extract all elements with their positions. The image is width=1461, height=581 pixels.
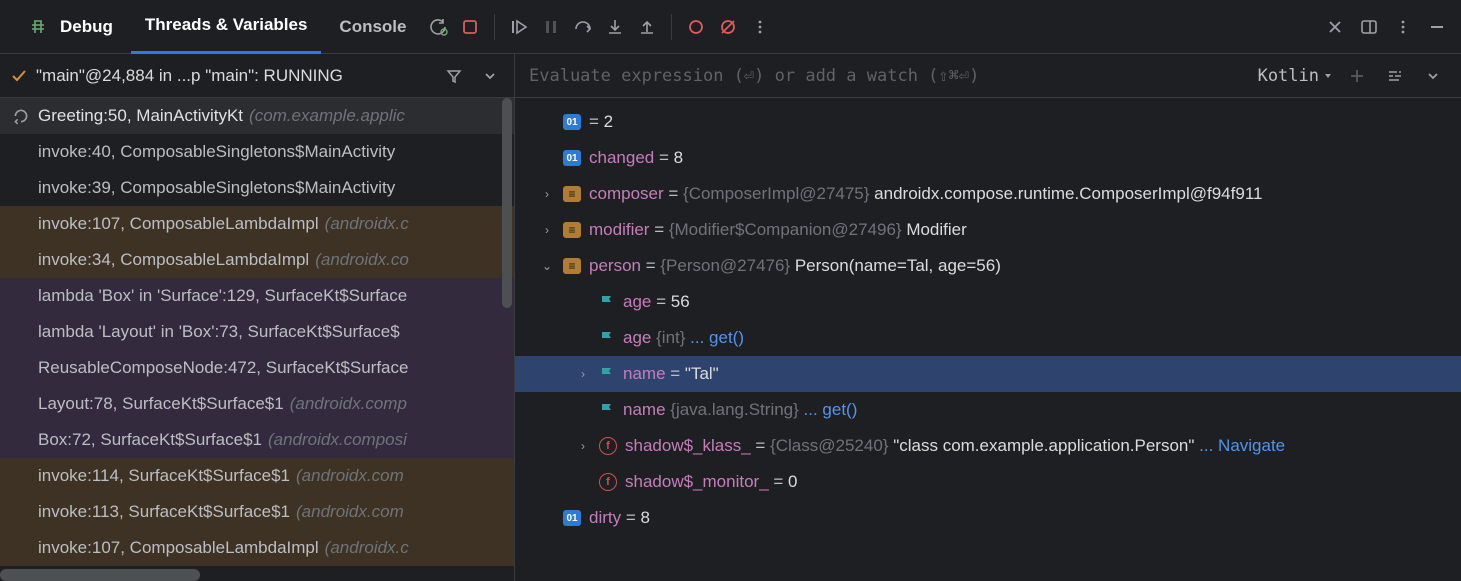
field-icon — [599, 330, 615, 346]
variable-row[interactable]: ›composer = {ComposerImpl@27475} android… — [515, 176, 1461, 212]
variable-row[interactable]: ⌄person = {Person@27476} Person(name=Tal… — [515, 248, 1461, 284]
variable-row[interactable]: ›name = "Tal" — [515, 356, 1461, 392]
class-icon: f — [599, 437, 617, 455]
separator — [671, 14, 672, 40]
variable-row[interactable]: 01dirty = 8 — [515, 500, 1461, 536]
view-breakpoints-icon[interactable] — [682, 13, 710, 41]
int-icon: 01 — [563, 150, 581, 166]
stack-frame[interactable]: lambda 'Layout' in 'Box':73, SurfaceKt$S… — [0, 314, 514, 350]
variable-row[interactable]: 01changed = 8 — [515, 140, 1461, 176]
separator — [494, 14, 495, 40]
more-icon[interactable] — [1389, 13, 1417, 41]
bug-icon — [24, 13, 52, 41]
layout-icon[interactable] — [1355, 13, 1383, 41]
tab-console[interactable]: Console — [325, 0, 420, 54]
object-icon — [563, 258, 581, 274]
add-watch-icon[interactable] — [1343, 62, 1371, 90]
variable-row[interactable]: fshadow$_monitor_ = 0 — [515, 464, 1461, 500]
expand-arrow-icon[interactable]: ⌄ — [539, 259, 555, 273]
filter-icon[interactable] — [440, 62, 468, 90]
field-icon — [599, 366, 615, 382]
resume-icon[interactable] — [505, 13, 533, 41]
more-icon[interactable] — [746, 13, 774, 41]
variable-row[interactable]: age = 56 — [515, 284, 1461, 320]
debug-toolbar: Debug Threads & Variables Console — [0, 0, 1461, 54]
debug-title-tab[interactable]: Debug — [10, 0, 127, 54]
scrollbar-thumb[interactable] — [502, 98, 512, 308]
evaluate-bar[interactable]: Evaluate expression (⏎) or add a watch (… — [515, 54, 1461, 98]
variable-row[interactable]: name {java.lang.String} ... get() — [515, 392, 1461, 428]
stack-frame[interactable]: Box:72, SurfaceKt$Surface$1 (androidx.co… — [0, 422, 514, 458]
stop-icon[interactable] — [456, 13, 484, 41]
object-icon — [563, 186, 581, 202]
expand-arrow-icon[interactable]: › — [539, 187, 555, 201]
close-icon[interactable] — [1321, 13, 1349, 41]
horizontal-scrollbar[interactable] — [0, 569, 200, 581]
chevron-down-icon[interactable] — [476, 62, 504, 90]
debug-title: Debug — [60, 17, 113, 37]
variable-row[interactable]: 01= 2 — [515, 104, 1461, 140]
pause-icon[interactable] — [537, 13, 565, 41]
int-icon: 01 — [563, 114, 581, 130]
stack-frame[interactable]: Greeting:50, MainActivityKt (com.example… — [0, 98, 514, 134]
hide-icon[interactable] — [1423, 13, 1451, 41]
stack-frame[interactable]: invoke:114, SurfaceKt$Surface$1 (android… — [0, 458, 514, 494]
object-icon — [563, 222, 581, 238]
stack-frame[interactable]: invoke:107, ComposableLambdaImpl (androi… — [0, 530, 514, 566]
variable-row[interactable]: ›modifier = {Modifier$Companion@27496} M… — [515, 212, 1461, 248]
variable-row[interactable]: ›fshadow$_klass_ = {Class@25240} "class … — [515, 428, 1461, 464]
variables-tree[interactable]: 01= 201changed = 8›composer = {ComposerI… — [515, 98, 1461, 581]
stack-frame[interactable]: invoke:113, SurfaceKt$Surface$1 (android… — [0, 494, 514, 530]
expand-arrow-icon[interactable]: › — [575, 367, 591, 381]
rerun-icon[interactable] — [424, 13, 452, 41]
expand-arrow-icon[interactable]: › — [575, 439, 591, 453]
step-into-icon[interactable] — [601, 13, 629, 41]
mute-breakpoints-icon[interactable] — [714, 13, 742, 41]
settings-icon[interactable] — [1381, 62, 1409, 90]
class-icon: f — [599, 473, 617, 491]
field-icon — [599, 294, 615, 310]
stack-frame[interactable]: invoke:107, ComposableLambdaImpl (androi… — [0, 206, 514, 242]
field-icon — [599, 402, 615, 418]
tab-threads-variables[interactable]: Threads & Variables — [131, 0, 322, 54]
chevron-down-icon[interactable] — [1419, 62, 1447, 90]
frames-list[interactable]: Greeting:50, MainActivityKt (com.example… — [0, 98, 514, 581]
check-icon — [10, 67, 28, 85]
stack-frame[interactable]: invoke:40, ComposableSingletons$MainActi… — [0, 134, 514, 170]
step-out-icon[interactable] — [633, 13, 661, 41]
language-selector[interactable]: Kotlin — [1258, 66, 1333, 86]
stack-frame[interactable]: invoke:34, ComposableLambdaImpl (android… — [0, 242, 514, 278]
int-icon: 01 — [563, 510, 581, 526]
stack-frame[interactable]: Layout:78, SurfaceKt$Surface$1 (androidx… — [0, 386, 514, 422]
thread-label: "main"@24,884 in ...p "main": RUNNING — [36, 66, 432, 86]
thread-selector[interactable]: "main"@24,884 in ...p "main": RUNNING — [0, 54, 514, 98]
stack-frame[interactable]: invoke:39, ComposableSingletons$MainActi… — [0, 170, 514, 206]
variable-row[interactable]: age {int} ... get() — [515, 320, 1461, 356]
evaluate-placeholder: Evaluate expression (⏎) or add a watch (… — [529, 66, 1248, 86]
step-over-icon[interactable] — [569, 13, 597, 41]
expand-arrow-icon[interactable]: › — [539, 223, 555, 237]
stack-frame[interactable]: ReusableComposeNode:472, SurfaceKt$Surfa… — [0, 350, 514, 386]
stack-frame[interactable]: lambda 'Box' in 'Surface':129, SurfaceKt… — [0, 278, 514, 314]
